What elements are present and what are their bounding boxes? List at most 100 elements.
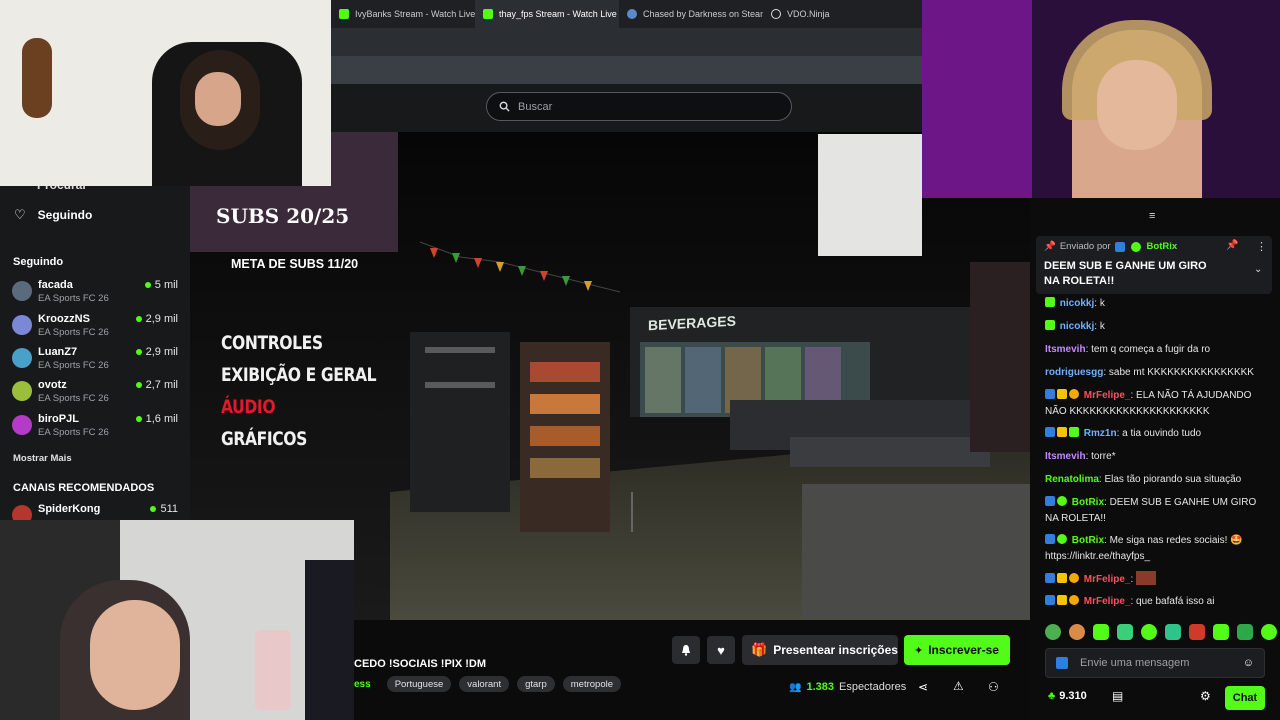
- live-dot-icon: [144, 282, 151, 288]
- live-dot-icon: [150, 506, 157, 512]
- chat-message: Itsmevih: torre*: [1045, 451, 1116, 462]
- emote-icon[interactable]: [1237, 624, 1253, 640]
- game-menu-controls: CONTROLES: [221, 332, 323, 354]
- share-icon[interactable]: ⋖: [918, 680, 928, 694]
- chat-username[interactable]: BotRix: [1072, 497, 1104, 508]
- viewer-count: 2,7 mil: [135, 379, 178, 391]
- gear-icon[interactable]: ⚙: [1200, 689, 1211, 703]
- sidebar-item-following[interactable]: ♡ Seguindo: [14, 207, 92, 223]
- coin-icon: [1069, 389, 1079, 399]
- emote-icon[interactable]: [1261, 624, 1277, 640]
- search-input[interactable]: Buscar: [486, 92, 792, 121]
- filter-icon[interactable]: ≡: [1149, 210, 1155, 222]
- badge-icon: [1045, 573, 1055, 583]
- chat-text: k: [1099, 321, 1105, 332]
- tag[interactable]: metropole: [562, 676, 621, 692]
- avatar: [12, 415, 32, 435]
- browser-tab-active[interactable]: thay_fps Stream - Watch Live o ✕: [475, 0, 619, 28]
- chat-username[interactable]: Itsmevih: [1045, 344, 1086, 355]
- unpin-icon[interactable]: 📌: [1226, 240, 1238, 251]
- chat-username[interactable]: nicokkj: [1060, 321, 1094, 332]
- browser-tab[interactable]: IvyBanks Stream - Watch Live o ✕: [331, 0, 475, 28]
- subscribe-button[interactable]: ✦ Inscrever-se: [904, 635, 1010, 665]
- emote-icon[interactable]: [1117, 624, 1133, 640]
- chat-username[interactable]: MrFelipe_: [1084, 596, 1131, 607]
- chat-username[interactable]: rodriguesgg: [1045, 367, 1103, 378]
- live-dot-icon: [135, 349, 142, 355]
- avatar: [12, 505, 32, 521]
- viewer-count-label: 2,7 mil: [145, 379, 178, 391]
- badge-icon: [1056, 657, 1068, 669]
- badge-icon: [1045, 427, 1055, 437]
- channel-row-biropjl[interactable]: biroPJL EA Sports FC 26 1,6 mil: [12, 413, 178, 443]
- chevron-down-icon[interactable]: ⌄: [1254, 264, 1262, 275]
- send-chat-button[interactable]: Chat: [1225, 686, 1265, 710]
- avatar: [12, 315, 32, 335]
- channel-name: facada: [38, 279, 73, 291]
- browser-tab[interactable]: VDO.Ninja: [763, 0, 907, 28]
- sidebar-item-label: Seguindo: [37, 208, 93, 222]
- sparkle-badge-icon: [1069, 427, 1079, 437]
- emote-icon[interactable]: [1213, 624, 1229, 640]
- report-icon[interactable]: ⚠: [953, 679, 964, 693]
- channel-row-kroozzns[interactable]: KroozzNS EA Sports FC 26 2,9 mil: [12, 313, 178, 343]
- emote-icon[interactable]: [1069, 624, 1085, 640]
- viewer-count-label: 5 mil: [154, 279, 178, 291]
- chat-username[interactable]: Renatolima: [1045, 474, 1099, 485]
- emoji-icon[interactable]: ☺: [1243, 657, 1254, 669]
- chat-text: que bafafá isso ai: [1136, 596, 1215, 607]
- verified-icon: [1057, 496, 1067, 506]
- channel-points[interactable]: ♣ 9.310: [1048, 690, 1087, 702]
- tag[interactable]: valorant: [459, 676, 510, 692]
- channel-row-spiderkong[interactable]: SpiderKong 511: [12, 503, 178, 521]
- channel-row-ovotz[interactable]: ovotz EA Sports FC 26 2,7 mil: [12, 379, 178, 409]
- gift-subs-button[interactable]: 🎁 Presentear inscrições: [742, 635, 898, 665]
- tag[interactable]: Portuguese: [386, 676, 452, 692]
- emote-icon[interactable]: [1141, 624, 1157, 640]
- browser-tab[interactable]: Chased by Darkness on Steam ✕: [619, 0, 763, 28]
- more-options-icon[interactable]: ⋮: [1256, 240, 1267, 253]
- viewers-icon: 👥: [789, 681, 802, 693]
- browser-toolbar: [331, 28, 922, 56]
- badge-icon: [1045, 534, 1055, 544]
- kick-favicon-icon: [339, 9, 349, 19]
- chat-username[interactable]: MrFelipe_: [1084, 574, 1131, 585]
- avatar: [12, 281, 32, 301]
- live-dot-icon: [135, 316, 142, 322]
- pin-icon: 📌: [1044, 241, 1056, 252]
- steam-favicon-icon: [627, 9, 637, 19]
- emote-icon[interactable]: [1165, 624, 1181, 640]
- pinned-prefix: Enviado por: [1059, 241, 1111, 252]
- pinned-message[interactable]: 📌 Enviado por BotRix 📌 ⋮ DEEM SUB E GANH…: [1036, 236, 1272, 294]
- channel-game: EA Sports FC 26: [38, 327, 109, 338]
- viewer-number: 1.383: [806, 681, 834, 693]
- channel-game: EA Sports FC 26: [38, 360, 109, 371]
- subs-meta: META DE SUBS 11/20: [231, 257, 359, 271]
- chat-username[interactable]: Rmz1n: [1084, 428, 1117, 439]
- user-add-icon[interactable]: ⚇: [988, 680, 999, 694]
- emote-icon[interactable]: [1189, 624, 1205, 640]
- browser-tab-bar: IvyBanks Stream - Watch Live o ✕ thay_fp…: [331, 0, 922, 28]
- pinned-user: BotRix: [1146, 241, 1178, 252]
- chat-text: a tia ouvindo tudo: [1122, 428, 1202, 439]
- viewer-count-label: 1,6 mil: [145, 413, 178, 425]
- chat-username[interactable]: MrFelipe_: [1084, 390, 1131, 401]
- tag[interactable]: gtarp: [517, 676, 555, 692]
- category-link[interactable]: ess: [354, 679, 371, 690]
- show-more-link[interactable]: Mostrar Mais: [13, 453, 72, 464]
- chat-username[interactable]: Itsmevih: [1045, 451, 1086, 462]
- store-icon[interactable]: ▤: [1112, 689, 1123, 703]
- channel-row-facada[interactable]: facada EA Sports FC 26 5 mil: [12, 279, 178, 309]
- viewer-count-display: 👥 1.383 Espectadores: [789, 681, 906, 693]
- chat-username[interactable]: nicokkj: [1060, 298, 1094, 309]
- emote-icon[interactable]: [1093, 624, 1109, 640]
- emote-icon[interactable]: [1045, 624, 1061, 640]
- chat-username[interactable]: BotRix: [1072, 535, 1104, 546]
- channel-row-luanz7[interactable]: LuanZ7 EA Sports FC 26 2,9 mil: [12, 346, 178, 376]
- notification-button[interactable]: [672, 636, 700, 664]
- follow-button[interactable]: ♥: [707, 636, 735, 664]
- gift-icon: 🎁: [751, 642, 768, 657]
- subscribe-label: Inscrever-se: [928, 643, 999, 657]
- chat-input[interactable]: Envie uma mensagem ☺: [1045, 648, 1265, 678]
- channel-name: KroozzNS: [38, 313, 90, 325]
